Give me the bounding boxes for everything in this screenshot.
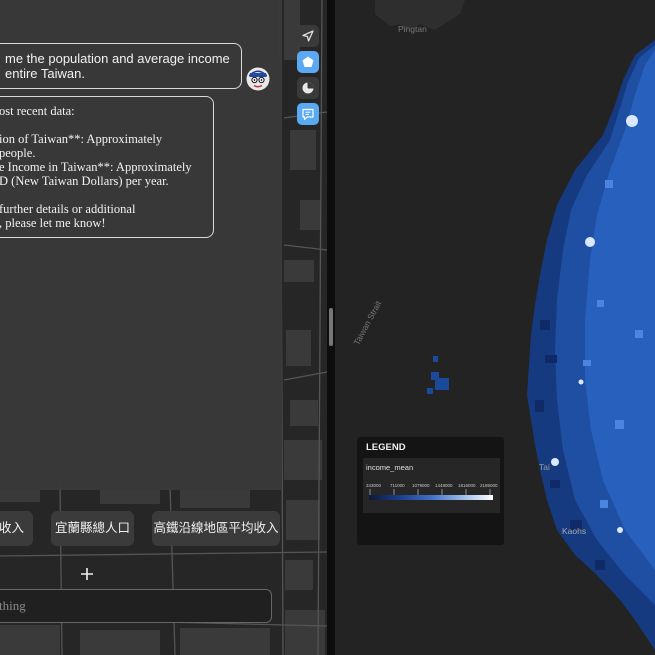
- legend-tick-label: 1079000: [412, 483, 430, 488]
- income-map[interactable]: Pingtan Taiwan Strait Tai Kaohs: [335, 0, 655, 655]
- user-message-line: me the population and average income: [5, 51, 230, 66]
- suggestion-chip[interactable]: 宜蘭縣總人口: [51, 511, 134, 546]
- navigate-button[interactable]: [297, 25, 319, 47]
- assistant-message-line: people.: [0, 146, 36, 160]
- pie-chart-icon: [302, 82, 314, 94]
- chat-history: me the population and average income ent…: [0, 0, 282, 490]
- map-label-city: Tai: [539, 462, 550, 472]
- assistant-message-bubble: ost recent data: ion of Taiwan**: Approx…: [0, 96, 214, 238]
- map-legend: LEGEND income_mean 343000 711000 1079000…: [357, 437, 504, 545]
- assistant-message-line: ion of Taiwan**: Approximately: [0, 132, 163, 146]
- panel-divider[interactable]: [327, 0, 335, 655]
- suggestion-chip[interactable]: 收入: [0, 511, 33, 546]
- assistant-message-line: [0, 188, 205, 202]
- legend-tick-label: 711000: [390, 483, 405, 488]
- legend-field-name: income_mean: [366, 463, 414, 472]
- resize-handle[interactable]: [329, 308, 333, 346]
- pentagon-shape-icon: [302, 56, 314, 67]
- chat-toggle-button[interactable]: [297, 103, 319, 125]
- legend-tick-label: 343000: [366, 483, 382, 488]
- add-attachment-button[interactable]: [79, 566, 95, 582]
- legend-title: LEGEND: [366, 442, 406, 453]
- user-message-bubble: me the population and average income ent…: [0, 43, 242, 89]
- assistant-message-line: ost recent data:: [0, 104, 75, 118]
- assistant-message-line: e Income in Taiwan**: Approximately: [0, 160, 192, 174]
- suggestion-chip[interactable]: 高鐵沿線地區平均收入: [152, 511, 280, 546]
- user-message-line: entire Taiwan.: [5, 66, 85, 81]
- legend-tick-label: 1816000: [458, 483, 476, 488]
- map-canvas: [375, 0, 655, 650]
- legend-scale: income_mean 343000 711000 1079000 144800…: [363, 458, 500, 513]
- chat-input[interactable]: [0, 589, 272, 623]
- assistant-message-line: D (New Taiwan Dollars) per year.: [0, 174, 169, 188]
- map-label-pingtan: Pingtan: [398, 24, 427, 34]
- legend-color-gradient: [369, 495, 493, 500]
- map-label-kaohsiung: Kaohs: [562, 526, 587, 536]
- assistant-message-line: , please let me know!: [0, 216, 106, 230]
- assistant-message-line: [0, 118, 205, 132]
- chart-button[interactable]: [297, 77, 319, 99]
- navigate-arrow-icon: [302, 30, 314, 42]
- legend-tick-label: 1448000: [435, 483, 453, 488]
- chat-message-icon: [302, 108, 314, 121]
- chat-panel: me the population and average income ent…: [0, 0, 327, 655]
- legend-tick-label: 2185000: [480, 483, 498, 488]
- polygon-tool-button[interactable]: [297, 51, 319, 73]
- user-avatar[interactable]: [246, 67, 270, 91]
- assistant-message-line: further details or additional: [0, 202, 136, 216]
